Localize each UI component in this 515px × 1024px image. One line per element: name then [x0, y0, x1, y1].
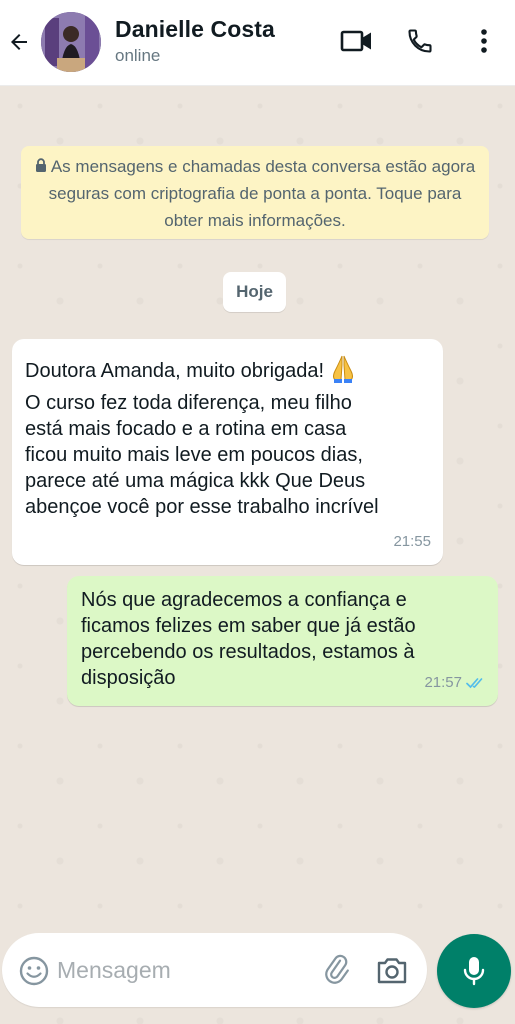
message-line: parece até uma mágica kkk Que Deus	[25, 470, 366, 492]
message-time: 21:57	[424, 674, 462, 691]
message-input-pill	[2, 933, 427, 1007]
message-line: abençoe você por esse trabalho incrível	[25, 496, 379, 518]
message-line: percebendo os resultados, estamos à	[81, 641, 415, 663]
avatar[interactable]	[41, 12, 101, 72]
encryption-notice-text: As mensagens e chamadas desta conversa e…	[48, 157, 476, 230]
message-line: Doutora Amanda, muito obrigada!	[25, 353, 431, 390]
emoji-button[interactable]	[17, 954, 51, 988]
attach-button[interactable]	[318, 952, 356, 990]
camera-icon	[377, 958, 407, 984]
video-call-icon	[340, 30, 371, 52]
chat-screen: Danielle Costa online As mensagens e cha…	[0, 0, 515, 1024]
mic-button[interactable]	[437, 934, 511, 1008]
chat-area[interactable]: As mensagens e chamadas desta conversa e…	[0, 86, 515, 1024]
composer	[0, 925, 436, 1015]
message-line: ficou muito mais leve em poucos dias,	[25, 444, 363, 466]
contact-status: online	[115, 46, 161, 65]
message-meta: 21:55	[393, 529, 431, 555]
encryption-notice[interactable]: As mensagens e chamadas desta conversa e…	[21, 146, 489, 239]
message-meta: 21:57	[424, 670, 486, 696]
message-line: O curso fez toda diferença, meu filho	[25, 392, 352, 414]
incoming-message[interactable]: Doutora Amanda, muito obrigada! O curso …	[12, 339, 443, 565]
message-line: ficamos felizes em saber que já estão	[81, 615, 416, 637]
back-button[interactable]	[4, 25, 34, 59]
more-options-button[interactable]	[465, 22, 503, 60]
lock-icon	[35, 158, 46, 172]
date-chip: Hoje	[223, 272, 286, 312]
voice-call-icon	[408, 29, 432, 53]
back-arrow-icon	[11, 34, 27, 50]
mic-icon	[463, 957, 485, 986]
contact-info[interactable]: Danielle Costa online	[115, 15, 275, 67]
chat-header: Danielle Costa online	[0, 0, 515, 86]
contact-name: Danielle Costa	[115, 16, 275, 42]
message-time: 21:55	[393, 533, 431, 550]
more-options-icon	[481, 29, 487, 53]
message-input[interactable]	[57, 951, 297, 989]
double-check-blue-icon	[466, 678, 483, 689]
message-line: está mais focado e a rotina em casa	[25, 418, 347, 440]
voice-call-button[interactable]	[401, 22, 439, 60]
attach-icon	[325, 954, 349, 984]
video-call-button[interactable]	[338, 22, 376, 60]
praying-hands-emoji-icon	[328, 353, 358, 390]
avatar-photo	[41, 12, 101, 72]
message-line: Nós que agradecemos a confiança e	[81, 589, 407, 611]
camera-button[interactable]	[374, 952, 412, 990]
outgoing-message[interactable]: Nós que agradecemos a confiança e ficamo…	[67, 576, 498, 706]
emoji-icon	[19, 956, 49, 986]
